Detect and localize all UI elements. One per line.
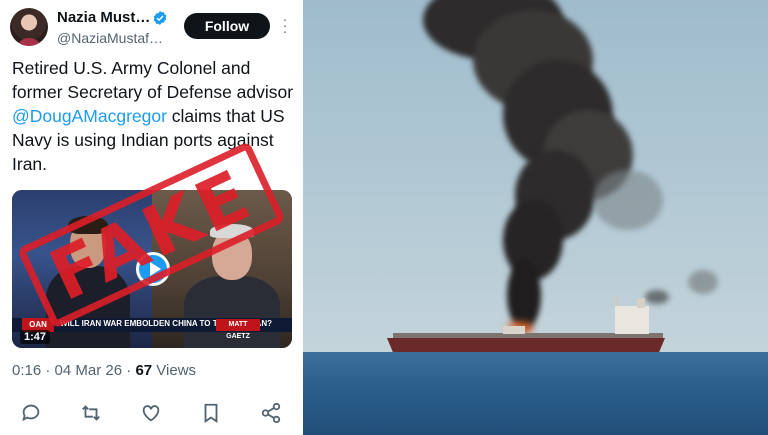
sea xyxy=(303,352,768,435)
video-time: 0:16 xyxy=(12,362,42,379)
video-duration: 1:47 xyxy=(20,330,51,344)
author-names[interactable]: Nazia Must… @NaziaMustaf… xyxy=(57,9,192,46)
stern-smoke xyxy=(645,290,669,304)
follow-button[interactable]: Follow xyxy=(184,13,270,39)
tweet-card: Nazia Must… @NaziaMustaf… Follow · · · Ret… xyxy=(0,0,300,435)
guest-hair xyxy=(210,224,254,238)
play-button[interactable] xyxy=(136,252,170,286)
ship-funnel xyxy=(637,298,645,308)
views-label: Views xyxy=(156,362,197,379)
handle[interactable]: @NaziaMustaf… xyxy=(57,30,192,46)
smoke-plume xyxy=(593,170,663,230)
host-hair xyxy=(68,216,108,234)
play-icon xyxy=(150,262,161,276)
tweet-header: Nazia Must… @NaziaMustaf… Follow · · · xyxy=(10,8,295,50)
host-figure xyxy=(46,266,130,348)
more-icon[interactable]: · · · xyxy=(280,12,290,38)
tweet-text-start: Retired U.S. Army Colonel and former Sec… xyxy=(12,58,294,102)
reply-icon[interactable] xyxy=(20,402,42,424)
news-chyron: WILL IRAN WAR EMBOLDEN CHINA TO TAKE TAI… xyxy=(12,318,292,340)
tweet-meta: 0:16 · 04 Mar 26 · 67 Views xyxy=(12,362,197,379)
view-count: 67 xyxy=(135,362,153,379)
ship-bridge xyxy=(615,306,649,334)
action-bar xyxy=(12,402,292,426)
verified-icon xyxy=(154,10,167,25)
post-date[interactable]: 04 Mar 26 xyxy=(55,362,123,379)
tanker-photo xyxy=(303,0,768,435)
tweet-text: Retired U.S. Army Colonel and former Sec… xyxy=(12,56,297,176)
video-player[interactable]: WILL IRAN WAR EMBOLDEN CHINA TO TAKE TAI… xyxy=(12,190,292,348)
display-name[interactable]: Nazia Must… xyxy=(57,9,150,26)
ship-forward-house xyxy=(503,326,525,334)
mention-link[interactable]: @DougAMacgregor xyxy=(12,106,167,126)
share-icon[interactable] xyxy=(260,402,282,424)
like-icon[interactable] xyxy=(140,402,162,424)
bookmark-icon[interactable] xyxy=(200,402,222,424)
show-logo: MATT GAETZ xyxy=(216,319,260,340)
retweet-icon[interactable] xyxy=(80,402,102,424)
stern-smoke xyxy=(688,270,718,294)
smoke-plume xyxy=(507,260,541,330)
avatar[interactable] xyxy=(10,8,48,46)
